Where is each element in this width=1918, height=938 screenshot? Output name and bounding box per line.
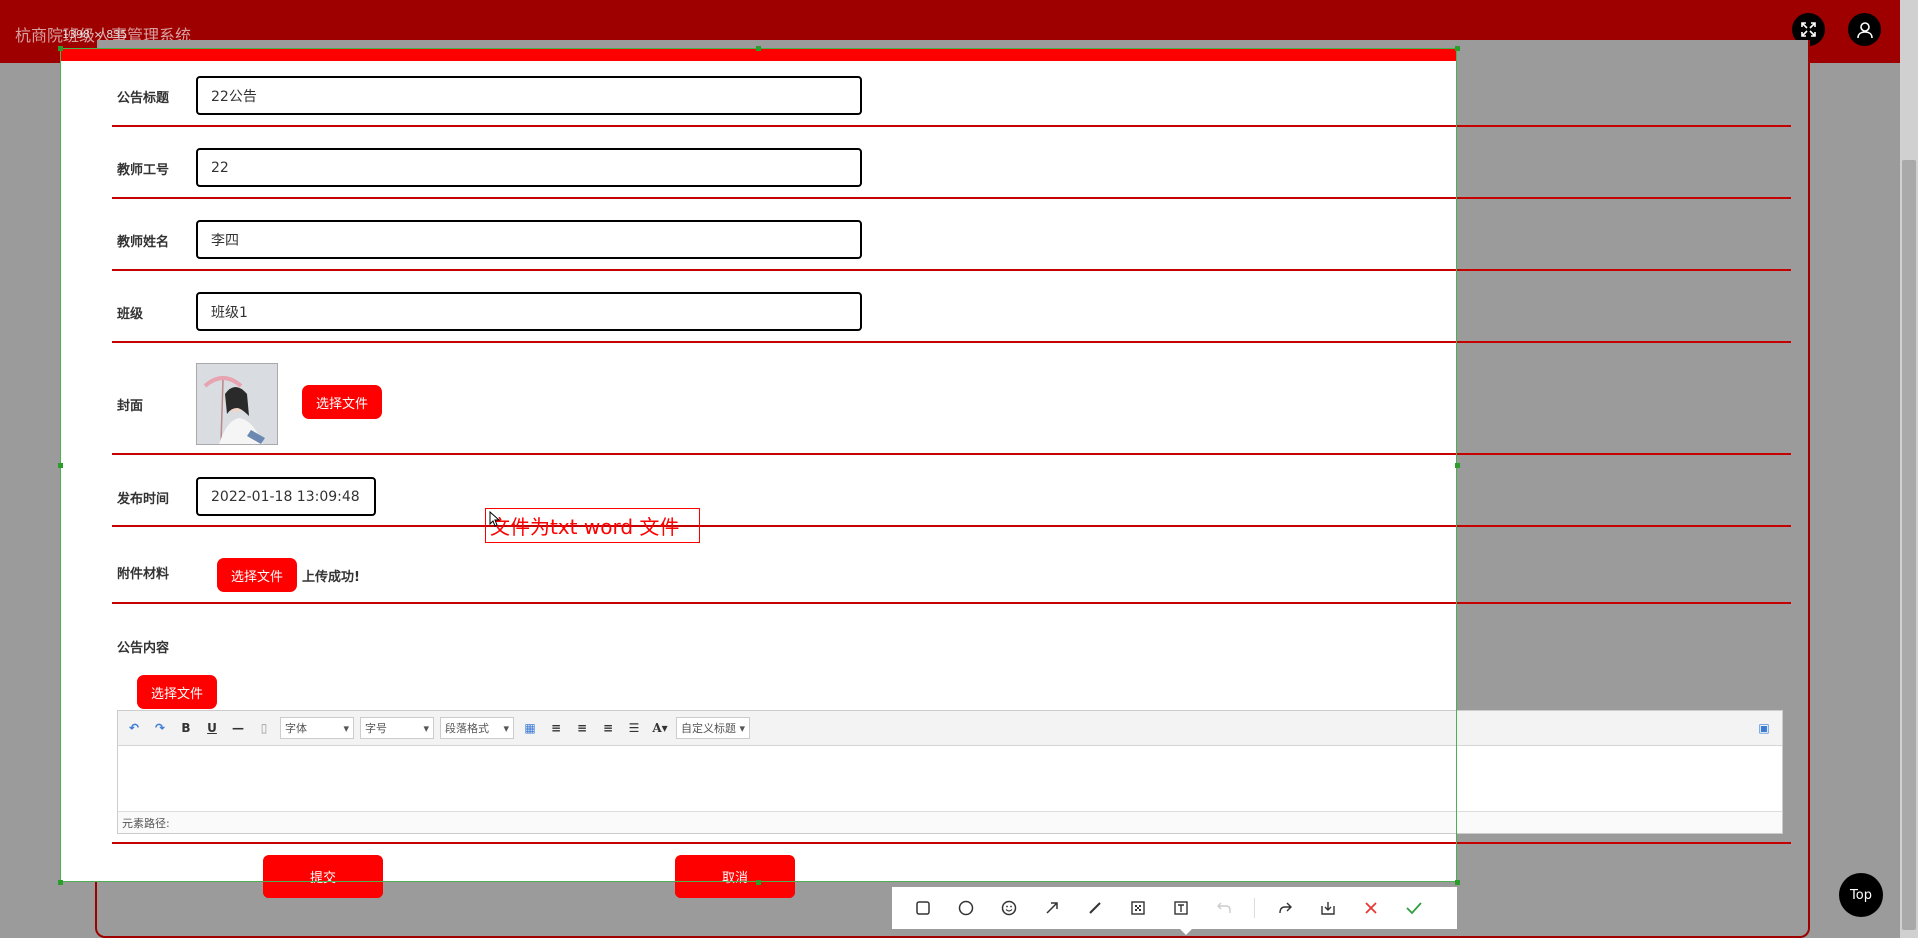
underline-button[interactable]: U	[202, 721, 222, 735]
scrollbar-thumb[interactable]	[1902, 160, 1916, 930]
resize-handle[interactable]	[1455, 463, 1460, 468]
table-icon[interactable]: ▦	[520, 721, 540, 735]
cover-image	[196, 363, 278, 445]
mosaic-icon[interactable]	[1125, 895, 1151, 921]
teacher-name-label: 教师姓名	[117, 235, 170, 250]
publish-time-input[interactable]: 2022-01-18 13:09:48	[196, 477, 376, 516]
confirm-check-icon[interactable]	[1401, 895, 1427, 921]
row-divider	[112, 602, 1791, 604]
resize-handle[interactable]	[756, 46, 761, 51]
class-value: 班级1	[211, 304, 248, 321]
content-label: 公告内容	[117, 641, 170, 656]
custom-title-select[interactable]: 自定义标题 ▾	[676, 717, 750, 739]
publish-time-label: 发布时间	[117, 492, 170, 507]
submit-button[interactable]: 提交	[263, 855, 383, 898]
cancel-button[interactable]: 取消	[675, 855, 795, 898]
circle-icon[interactable]	[953, 895, 979, 921]
row-divider	[112, 197, 1791, 199]
cover-choose-file-button[interactable]: 选择文件	[302, 385, 382, 419]
resize-handle[interactable]	[1455, 880, 1460, 885]
editor-toolbar: ↶ ↷ B U — ▯ 字体 ▾ 字号 ▾ 段落格式 ▾ ▦ ≡ ≡ ≡ ☰ A▾ 自…	[118, 711, 1782, 746]
teacher-name-value: 李四	[211, 232, 239, 249]
row-divider	[112, 269, 1791, 271]
row-divider	[112, 525, 1791, 527]
close-icon[interactable]	[1358, 895, 1384, 921]
resize-handle[interactable]	[58, 46, 63, 51]
teacher-id-value: 22	[211, 159, 229, 176]
page-scrollbar[interactable]	[1900, 0, 1918, 938]
attachment-choose-file-button[interactable]: 选择文件	[217, 558, 297, 592]
content-choose-file-button[interactable]: 选择文件	[137, 675, 217, 709]
title-value: 22公告	[211, 88, 257, 105]
paragraph-format-select[interactable]: 段落格式 ▾	[440, 717, 514, 739]
mouse-cursor-icon	[489, 511, 501, 527]
align-justify-icon[interactable]: ☰	[624, 721, 644, 735]
font-family-select[interactable]: 字体 ▾	[280, 717, 354, 739]
emoji-icon[interactable]	[996, 895, 1022, 921]
toolbar-divider	[1254, 898, 1255, 918]
resize-handle[interactable]	[58, 463, 63, 468]
teacher-id-label: 教师工号	[117, 163, 170, 178]
user-icon[interactable]	[1848, 13, 1881, 46]
back-to-top-button[interactable]: Top	[1839, 873, 1883, 917]
row-divider	[112, 453, 1791, 455]
fullscreen-editor-icon[interactable]: ▣	[1754, 721, 1774, 735]
horizontal-rule-icon[interactable]: —	[228, 721, 248, 735]
align-left-icon[interactable]: ≡	[546, 721, 566, 735]
capture-dimensions: 1398 × 835	[62, 28, 128, 41]
resize-handle[interactable]	[1455, 46, 1460, 51]
toolbar-pointer	[1180, 929, 1192, 935]
page-icon[interactable]: ▯	[254, 721, 274, 735]
row-divider	[112, 341, 1791, 343]
resize-handle[interactable]	[58, 880, 63, 885]
title-label: 公告标题	[117, 91, 170, 106]
align-center-icon[interactable]: ≡	[598, 721, 618, 735]
arrow-icon[interactable]	[1039, 895, 1065, 921]
row-divider	[112, 842, 1791, 844]
rectangle-icon[interactable]	[910, 895, 936, 921]
editor-status-bar: 元素路径:	[118, 811, 1782, 833]
annotation-textbox[interactable]: 文件为txt word 文件	[485, 508, 700, 543]
text-icon[interactable]	[1168, 895, 1194, 921]
class-input[interactable]: 班级1	[196, 292, 862, 331]
font-size-select[interactable]: 字号 ▾	[360, 717, 434, 739]
row-divider	[112, 125, 1791, 127]
align-right-icon[interactable]: ≡	[572, 721, 592, 735]
undo-icon[interactable]: ↶	[124, 721, 144, 735]
attachment-label: 附件材料	[117, 567, 170, 582]
download-icon[interactable]	[1315, 895, 1341, 921]
teacher-name-input[interactable]: 李四	[196, 220, 862, 259]
resize-handle[interactable]	[756, 880, 761, 885]
bold-button[interactable]: B	[176, 721, 196, 735]
font-color-button[interactable]: A▾	[650, 721, 670, 735]
annotation-text: 文件为txt word 文件	[490, 515, 680, 539]
publish-time-value: 2022-01-18 13:09:48	[211, 488, 360, 505]
pen-icon[interactable]	[1082, 895, 1108, 921]
rich-text-editor[interactable]: ↶ ↷ B U — ▯ 字体 ▾ 字号 ▾ 段落格式 ▾ ▦ ≡ ≡ ≡ ☰ A▾ 自…	[117, 710, 1783, 834]
screenshot-toolbar	[892, 887, 1457, 929]
undo-icon[interactable]	[1211, 895, 1237, 921]
attachment-status: 上传成功!	[302, 570, 360, 585]
title-input[interactable]: 22公告	[196, 76, 862, 115]
teacher-id-input[interactable]: 22	[196, 148, 862, 187]
share-icon[interactable]	[1272, 895, 1298, 921]
redo-icon[interactable]: ↷	[150, 721, 170, 735]
class-label: 班级	[117, 307, 144, 322]
cover-label: 封面	[117, 399, 144, 414]
